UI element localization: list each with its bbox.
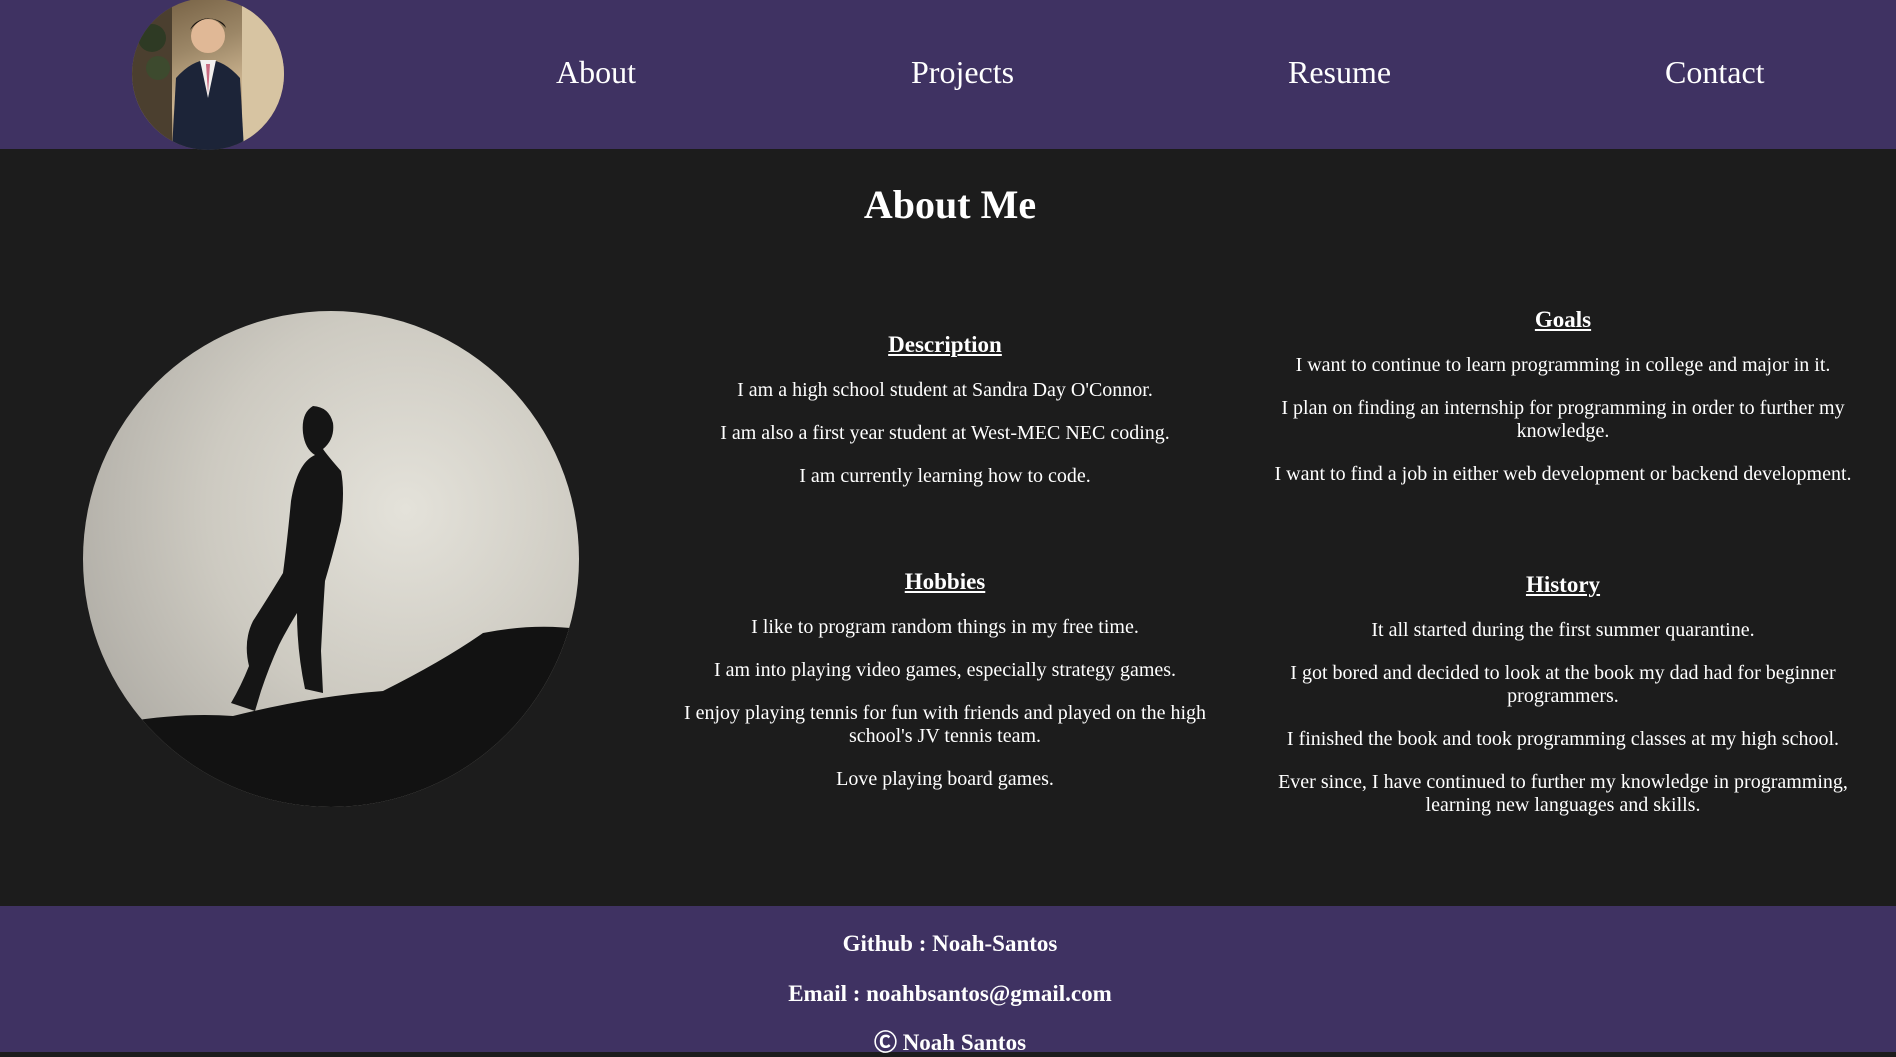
github-link[interactable]: Github : Noah-Santos	[0, 930, 1896, 958]
nav-link-resume[interactable]: Resume	[1288, 52, 1391, 92]
site-header: About Projects Resume Contact	[0, 0, 1896, 150]
site-footer: Github : Noah-Santos Email : noahbsantos…	[0, 906, 1896, 1055]
hero-silhouette-photo	[83, 311, 579, 807]
email-link[interactable]: Email : noahbsantos@gmail.com	[0, 980, 1896, 1008]
description-line: I am currently learning how to code.	[799, 465, 1091, 487]
hobbies-heading: Hobbies	[904, 569, 986, 594]
history-section: History It all started during the first …	[1273, 571, 1853, 837]
history-line: I finished the book and took programming…	[1286, 728, 1840, 750]
hobbies-line: Love playing board games.	[836, 768, 1054, 790]
description-line: I am also a first year student at West-M…	[720, 422, 1170, 444]
goals-line: I want to find a job in either web devel…	[1274, 463, 1852, 485]
nav-link-about[interactable]: About	[556, 52, 636, 92]
goals-line: I plan on finding an internship for prog…	[1281, 397, 1845, 442]
hobbies-line: I like to program random things in my fr…	[751, 616, 1139, 638]
history-line: I got bored and decided to look at the b…	[1290, 662, 1836, 707]
goals-section: Goals I want to continue to learn progra…	[1273, 306, 1853, 506]
nav-link-contact[interactable]: Contact	[1665, 52, 1765, 92]
description-section: Description I am a high school student a…	[675, 331, 1215, 508]
history-line: It all started during the first summer q…	[1371, 619, 1755, 641]
goals-line: I want to continue to learn programming …	[1295, 354, 1831, 376]
description-heading: Description	[888, 332, 1002, 357]
hobbies-section: Hobbies I like to program random things …	[675, 568, 1215, 811]
description-line: I am a high school student at Sandra Day…	[737, 379, 1153, 401]
history-heading: History	[1525, 572, 1601, 597]
page-title: About Me	[863, 182, 1037, 227]
nav-link-projects[interactable]: Projects	[911, 52, 1014, 92]
history-line: Ever since, I have continued to further …	[1278, 771, 1848, 816]
profile-avatar	[132, 0, 284, 150]
hobbies-line: I enjoy playing tennis for fun with frie…	[683, 702, 1207, 747]
goals-heading: Goals	[1534, 307, 1592, 332]
copyright-text: Ⓒ Noah Santos	[873, 1030, 1027, 1055]
hobbies-line: I am into playing video games, especiall…	[713, 659, 1177, 681]
